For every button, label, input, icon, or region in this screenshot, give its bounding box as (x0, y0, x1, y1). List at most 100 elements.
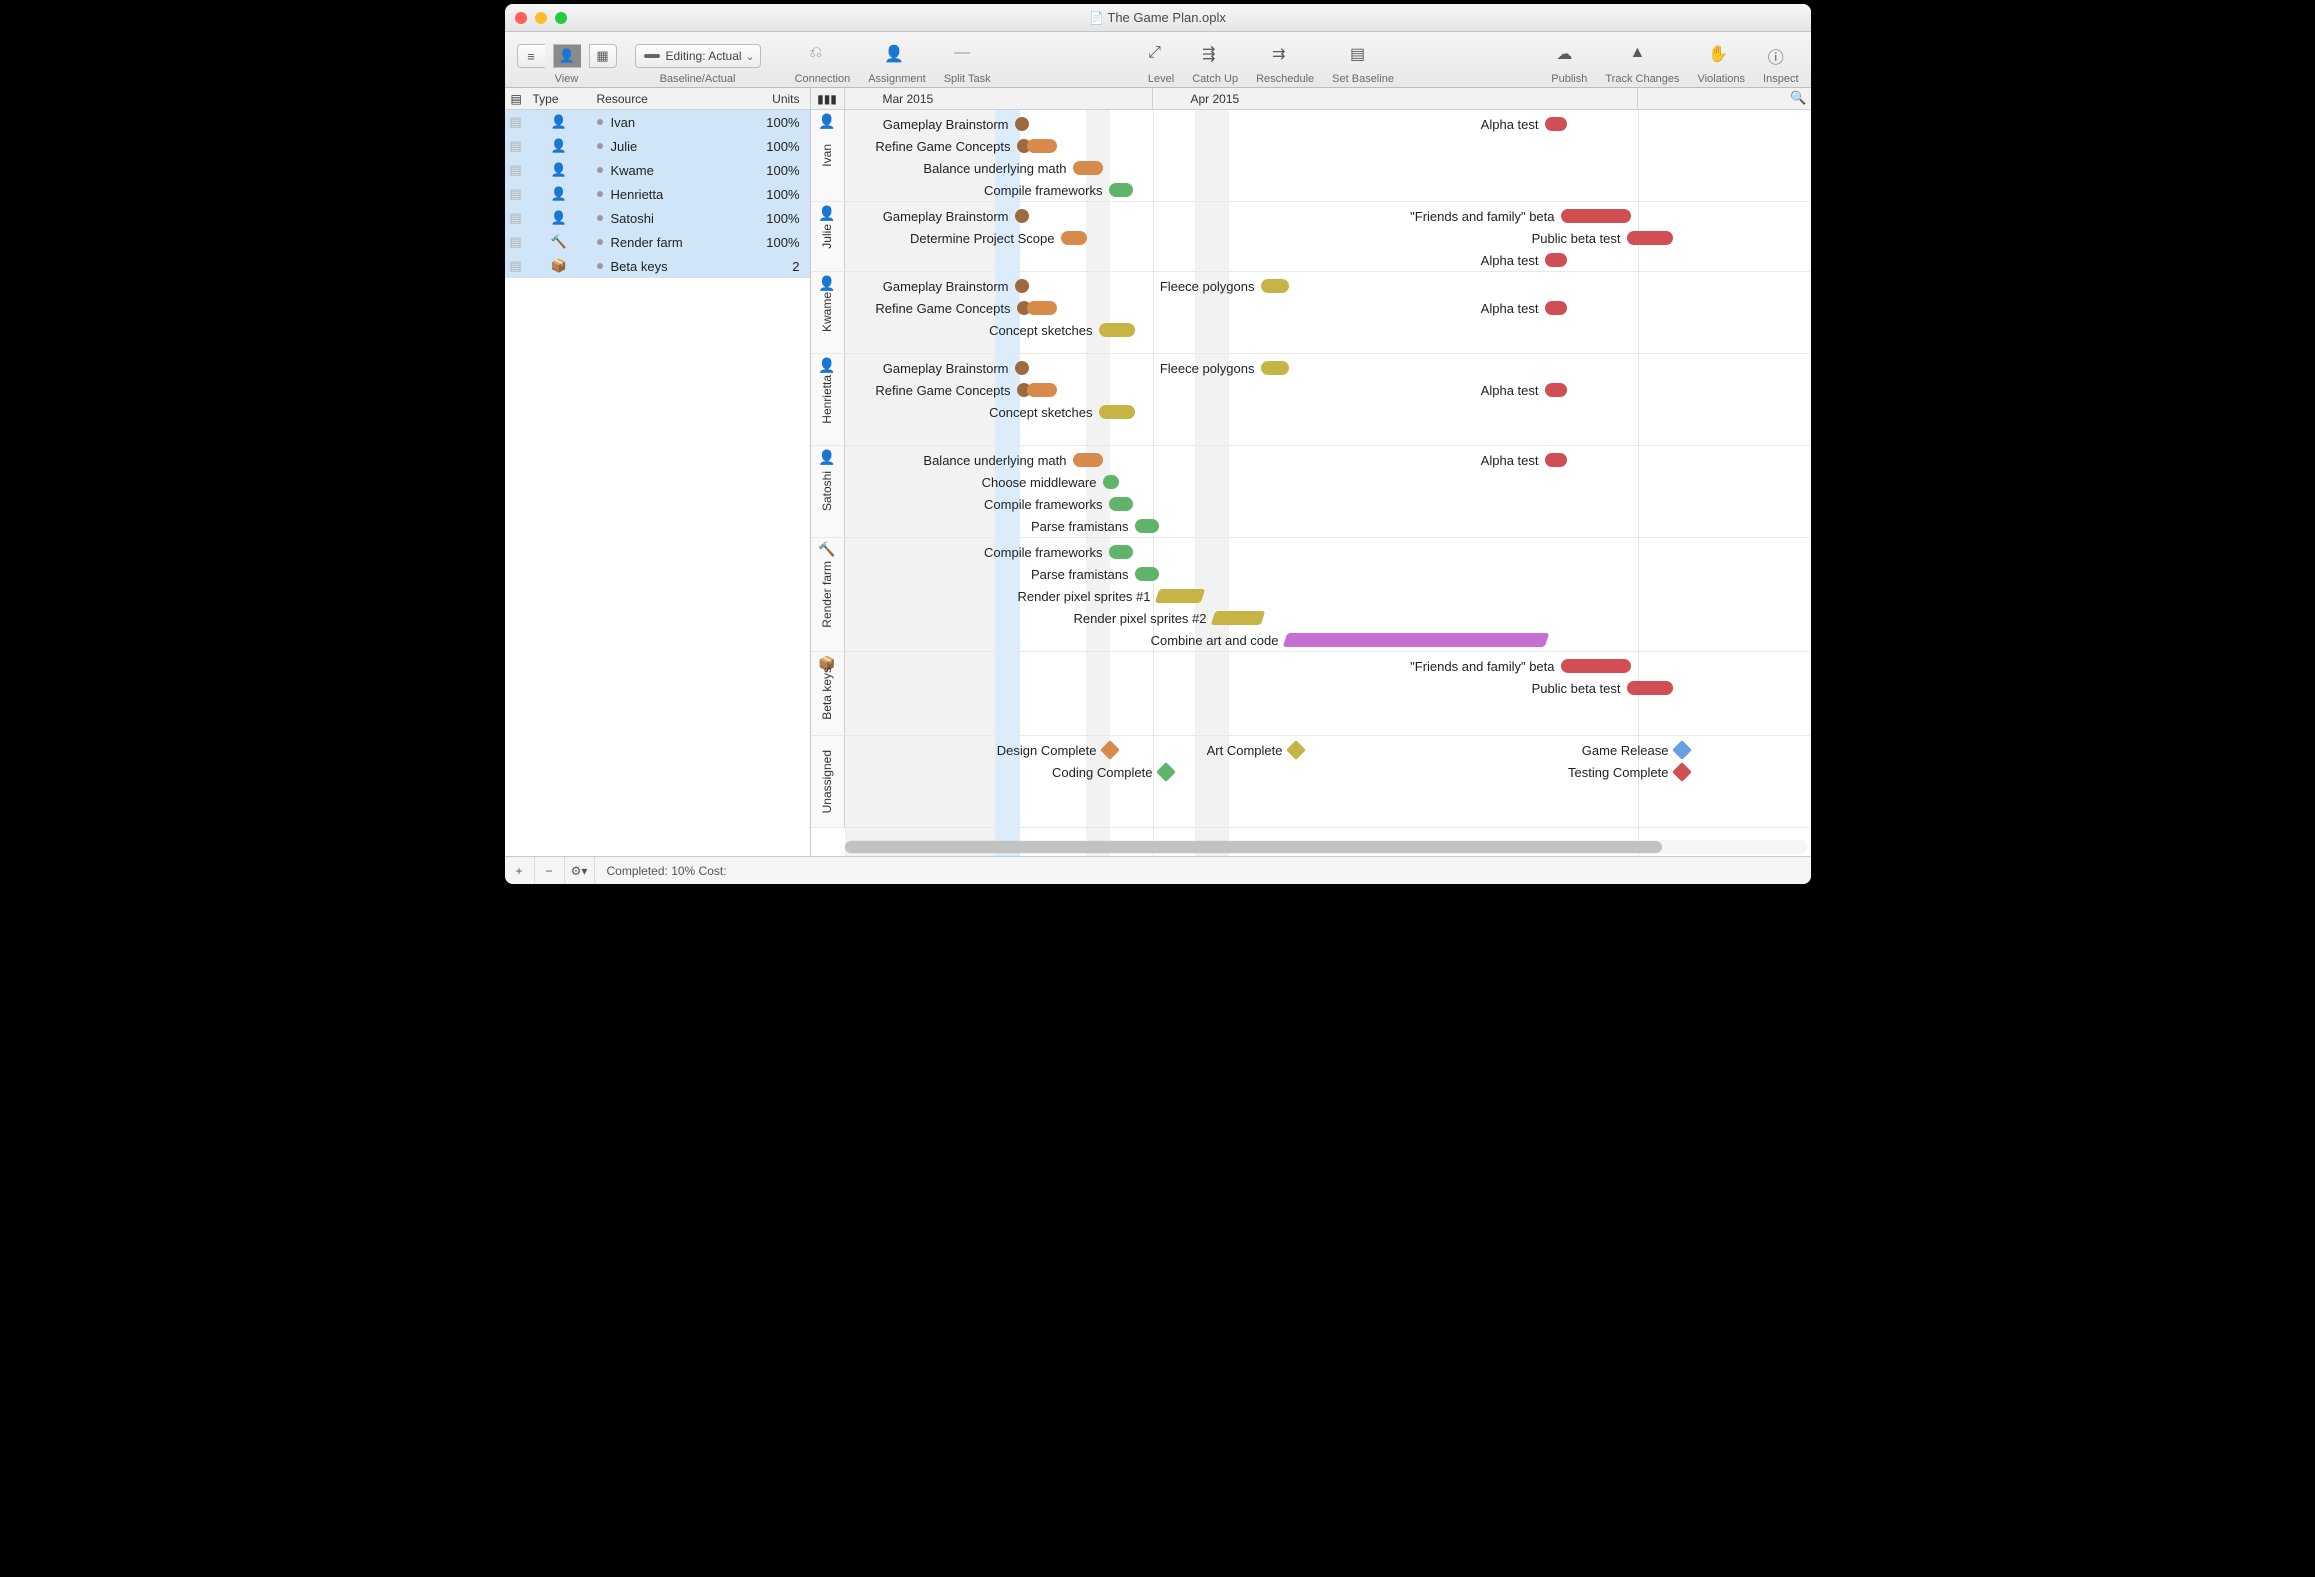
col-units[interactable]: Units (750, 92, 810, 106)
assignment-button[interactable]: 👤 (884, 44, 910, 68)
task[interactable]: Balance underlying math (853, 450, 1103, 470)
reschedule-button[interactable]: ⇉ (1272, 44, 1298, 68)
task-bar[interactable] (1073, 453, 1103, 467)
task-bar[interactable] (1061, 231, 1087, 245)
task[interactable]: Alpha test (1325, 114, 1567, 134)
task-bar[interactable] (1027, 139, 1057, 153)
load-chart-icon[interactable]: ▮▮▮ (811, 88, 845, 109)
publish-button[interactable]: ☁︎ (1556, 44, 1582, 68)
task-bar[interactable] (1099, 323, 1135, 337)
task-bar[interactable] (1015, 361, 1029, 375)
note-icon[interactable]: ▤ (505, 162, 527, 178)
resource-row[interactable]: ▤ 👤 Ivan 100% (505, 110, 810, 134)
task[interactable]: Concept sketches (879, 402, 1135, 422)
task-bar[interactable] (1282, 633, 1549, 647)
task-bar[interactable] (1109, 183, 1133, 197)
task-bar[interactable] (1545, 383, 1567, 397)
task[interactable]: Combine art and code (1065, 630, 1547, 650)
horizontal-scrollbar[interactable] (845, 840, 1807, 854)
close-icon[interactable] (515, 12, 527, 24)
task[interactable]: Gameplay Brainstorm (811, 206, 1029, 226)
task-bar[interactable] (1103, 475, 1119, 489)
add-button[interactable]: + (505, 857, 535, 885)
zoom-icon[interactable]: 🔍 (1790, 90, 1806, 106)
task[interactable]: Public beta test (1407, 228, 1673, 248)
task[interactable]: Render pixel sprites #2 (993, 608, 1263, 628)
task[interactable]: Compile frameworks (889, 542, 1133, 562)
resource-row[interactable]: ▤ 🔨 Render farm 100% (505, 230, 810, 254)
task[interactable]: Design Complete (917, 740, 1117, 760)
task-bar[interactable] (1015, 279, 1029, 293)
track-changes-button[interactable]: ▲ (1629, 44, 1655, 68)
level-button[interactable]: ⤢ (1148, 44, 1174, 68)
task-bar[interactable] (1109, 497, 1133, 511)
task[interactable]: Coding Complete (973, 762, 1173, 782)
task[interactable]: Parse framistans (915, 564, 1159, 584)
task[interactable]: Determine Project Scope (841, 228, 1087, 248)
resource-row[interactable]: ▤ 👤 Kwame 100% (505, 158, 810, 182)
remove-button[interactable]: − (535, 857, 565, 885)
col-resource[interactable]: Resource (591, 92, 750, 106)
task-bar[interactable] (1545, 453, 1567, 467)
task[interactable]: Compile frameworks (889, 494, 1133, 514)
task[interactable]: Art Complete (1103, 740, 1303, 760)
task-bar[interactable] (1261, 279, 1289, 293)
task-bar[interactable] (1627, 681, 1673, 695)
task[interactable]: Refine Game Concepts (811, 380, 1057, 400)
task[interactable]: Fleece polygons (1041, 358, 1289, 378)
set-baseline-button[interactable]: ▤ (1350, 44, 1376, 68)
task[interactable]: Refine Game Concepts (811, 136, 1057, 156)
note-icon[interactable]: ▤ (505, 210, 527, 226)
gantt-body[interactable]: 👤IvanGameplay BrainstormRefine Game Conc… (811, 110, 1811, 856)
task-bar[interactable] (1627, 231, 1673, 245)
task-bar[interactable] (1261, 361, 1289, 375)
task[interactable]: Gameplay Brainstorm (811, 358, 1029, 378)
lane-label[interactable]: 📦Beta keys (811, 652, 845, 735)
task[interactable]: Concept sketches (879, 320, 1135, 340)
violations-button[interactable]: ✋ (1708, 44, 1734, 68)
outline-column-icon[interactable]: ▤ (505, 92, 527, 106)
note-icon[interactable]: ▤ (505, 234, 527, 250)
task-bar[interactable] (1135, 567, 1159, 581)
note-icon[interactable]: ▤ (505, 114, 527, 130)
task-bar[interactable] (1027, 301, 1057, 315)
task[interactable]: Gameplay Brainstorm (811, 276, 1029, 296)
task[interactable]: Alpha test (1325, 250, 1567, 270)
task-bar[interactable] (1545, 117, 1567, 131)
task[interactable]: Render pixel sprites #1 (937, 586, 1203, 606)
view-resource-icon[interactable]: 👤 (553, 44, 581, 68)
minimize-icon[interactable] (535, 12, 547, 24)
view-calendar-icon[interactable]: ▦ (589, 44, 617, 68)
note-icon[interactable]: ▤ (505, 186, 527, 202)
task[interactable]: "Friends and family" beta (1341, 206, 1631, 226)
lane-label[interactable]: 👤Satoshi (811, 446, 845, 537)
task[interactable]: "Friends and family" beta (1341, 656, 1631, 676)
task-bar[interactable] (1545, 301, 1567, 315)
task[interactable]: Compile frameworks (889, 180, 1133, 200)
task-bar[interactable] (1135, 519, 1159, 533)
split-task-button[interactable]: ⎯⎯ (954, 44, 980, 68)
task[interactable]: Parse framistans (915, 516, 1159, 536)
task-bar[interactable] (1154, 589, 1205, 603)
task[interactable]: Refine Game Concepts (811, 298, 1057, 318)
task[interactable]: Balance underlying math (853, 158, 1103, 178)
task[interactable]: Public beta test (1407, 678, 1673, 698)
zoom-icon[interactable] (555, 12, 567, 24)
note-icon[interactable]: ▤ (505, 258, 527, 274)
scrollbar-thumb[interactable] (845, 841, 1663, 853)
resource-row[interactable]: ▤ 📦 Beta keys 2 (505, 254, 810, 278)
inspect-button[interactable]: ⓘ (1768, 44, 1794, 68)
task[interactable]: Testing Complete (1489, 762, 1689, 782)
action-menu-button[interactable]: ⚙︎▾ (565, 857, 595, 885)
task-bar[interactable] (1073, 161, 1103, 175)
lane-label[interactable]: 🔨Render farm (811, 538, 845, 651)
resource-row[interactable]: ▤ 👤 Henrietta 100% (505, 182, 810, 206)
task-bar[interactable] (1210, 611, 1265, 625)
lane-label[interactable]: Unassigned (811, 736, 845, 827)
task-bar[interactable] (1015, 209, 1029, 223)
task[interactable]: Game Release (1489, 740, 1689, 760)
catch-up-button[interactable]: ⇶ (1202, 44, 1228, 68)
task-bar[interactable] (1015, 117, 1029, 131)
resource-row[interactable]: ▤ 👤 Satoshi 100% (505, 206, 810, 230)
view-outline-icon[interactable]: ≡ (517, 44, 545, 68)
